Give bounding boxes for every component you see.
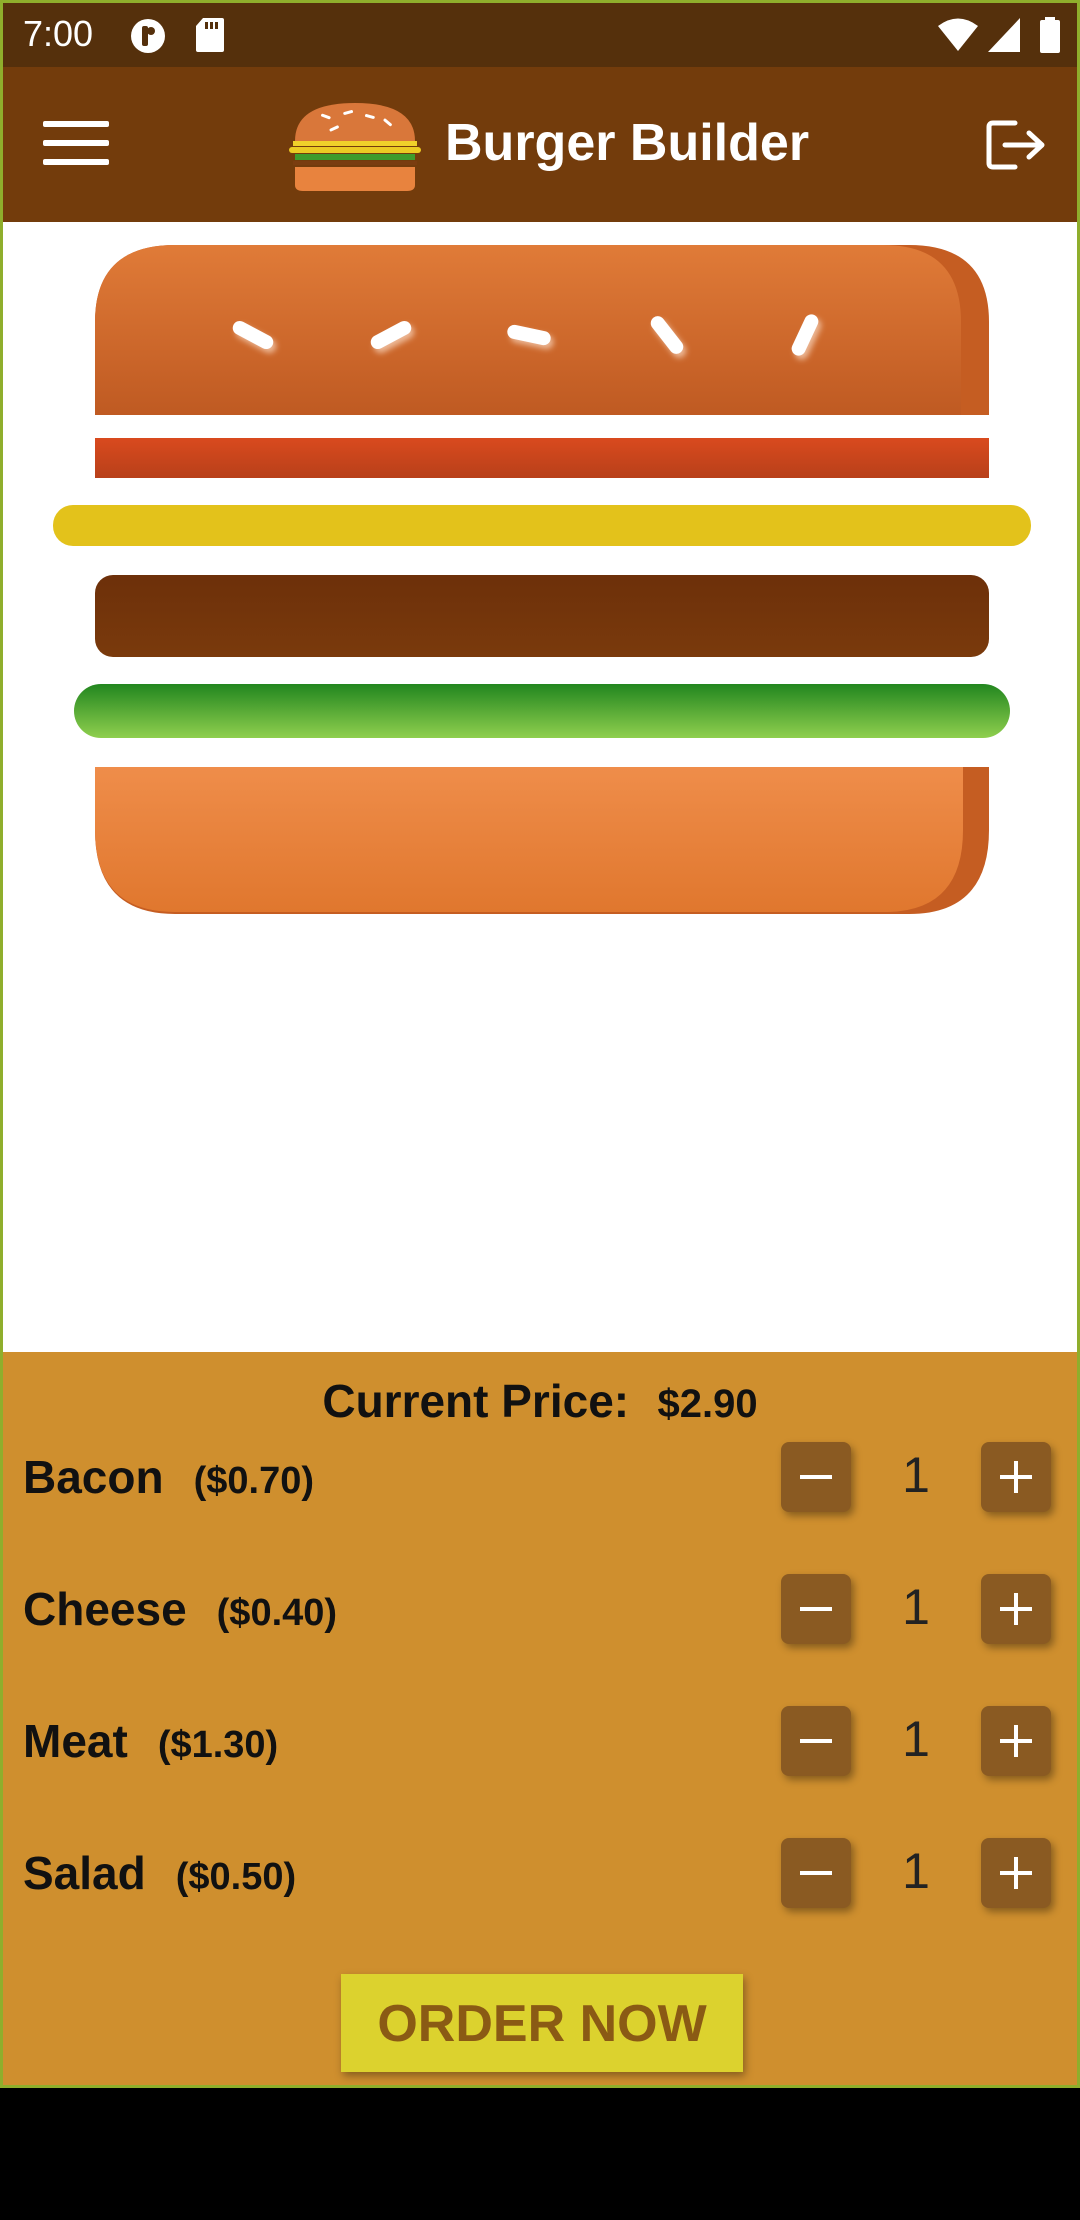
status-time: 7:00 — [23, 13, 94, 54]
remove-bacon-button[interactable] — [781, 1442, 851, 1512]
ingredient-quantity: 1 — [902, 1843, 930, 1899]
cell-signal-icon — [988, 18, 1020, 52]
remove-cheese-button[interactable] — [781, 1574, 851, 1644]
minus-icon — [800, 1475, 832, 1479]
ingredient-quantity: 1 — [902, 1579, 930, 1635]
battery-icon — [1040, 17, 1060, 53]
ingredient-price: ($1.30) — [157, 1724, 279, 1766]
price-value: $2.90 — [657, 1382, 758, 1426]
ingredient-name: Salad — [23, 1847, 146, 1899]
sd-card-icon — [196, 18, 224, 52]
minus-icon — [800, 1607, 832, 1611]
add-meat-button[interactable] — [981, 1706, 1051, 1776]
remove-meat-button[interactable] — [781, 1706, 851, 1776]
ingredient-name: Bacon — [23, 1451, 164, 1503]
ingredient-row-meat: Meat ($1.30) 1 — [3, 1696, 1077, 1786]
meat-layer — [95, 575, 989, 657]
status-bar: 7:00 — [3, 3, 1077, 67]
bacon-layer — [95, 438, 989, 478]
ingredient-price: ($0.40) — [216, 1592, 338, 1634]
ingredient-quantity: 1 — [902, 1447, 930, 1503]
add-salad-button[interactable] — [981, 1838, 1051, 1908]
ingredient-row-bacon: Bacon ($0.70) 1 — [3, 1432, 1077, 1522]
ingredient-row-cheese: Cheese ($0.40) 1 — [3, 1564, 1077, 1654]
app-frame: 7:00 Burger Builder Current Price: $2.90… — [0, 0, 1080, 2088]
ingredient-name: Meat — [23, 1715, 128, 1767]
plus-icon — [1000, 1857, 1032, 1889]
bread-bottom — [95, 767, 989, 914]
burger-logo — [289, 103, 421, 191]
ingredient-price: ($0.50) — [175, 1856, 297, 1898]
ingredient-price: ($0.70) — [193, 1460, 314, 1502]
app-notification-icon — [131, 19, 165, 53]
app-title: Burger Builder — [445, 114, 810, 172]
current-price: Current Price: $2.90 — [3, 1374, 1077, 1428]
wifi-icon — [938, 18, 978, 51]
minus-icon — [800, 1871, 832, 1875]
plus-icon — [1000, 1461, 1032, 1493]
salad-layer — [74, 684, 1010, 738]
remove-salad-button[interactable] — [781, 1838, 851, 1908]
plus-icon — [1000, 1593, 1032, 1625]
ingredient-name: Cheese — [23, 1583, 187, 1635]
order-now-button[interactable]: ORDER NOW — [341, 1974, 743, 2072]
plus-icon — [1000, 1725, 1032, 1757]
add-cheese-button[interactable] — [981, 1574, 1051, 1644]
add-bacon-button[interactable] — [981, 1442, 1051, 1512]
ingredient-quantity: 1 — [902, 1711, 930, 1767]
cheese-layer — [53, 505, 1031, 546]
build-controls: Current Price: $2.90 Bacon ($0.70) 1 Chee… — [3, 1352, 1077, 2085]
ingredient-row-salad: Salad ($0.50) 1 — [3, 1828, 1077, 1918]
burger-preview — [3, 222, 1077, 1352]
bread-top — [95, 245, 989, 415]
hamburger-menu-icon[interactable] — [43, 121, 109, 169]
app-bar: Burger Builder — [3, 67, 1077, 222]
price-label: Current Price: — [322, 1375, 630, 1427]
logout-icon[interactable] — [985, 117, 1049, 173]
minus-icon — [800, 1739, 832, 1743]
